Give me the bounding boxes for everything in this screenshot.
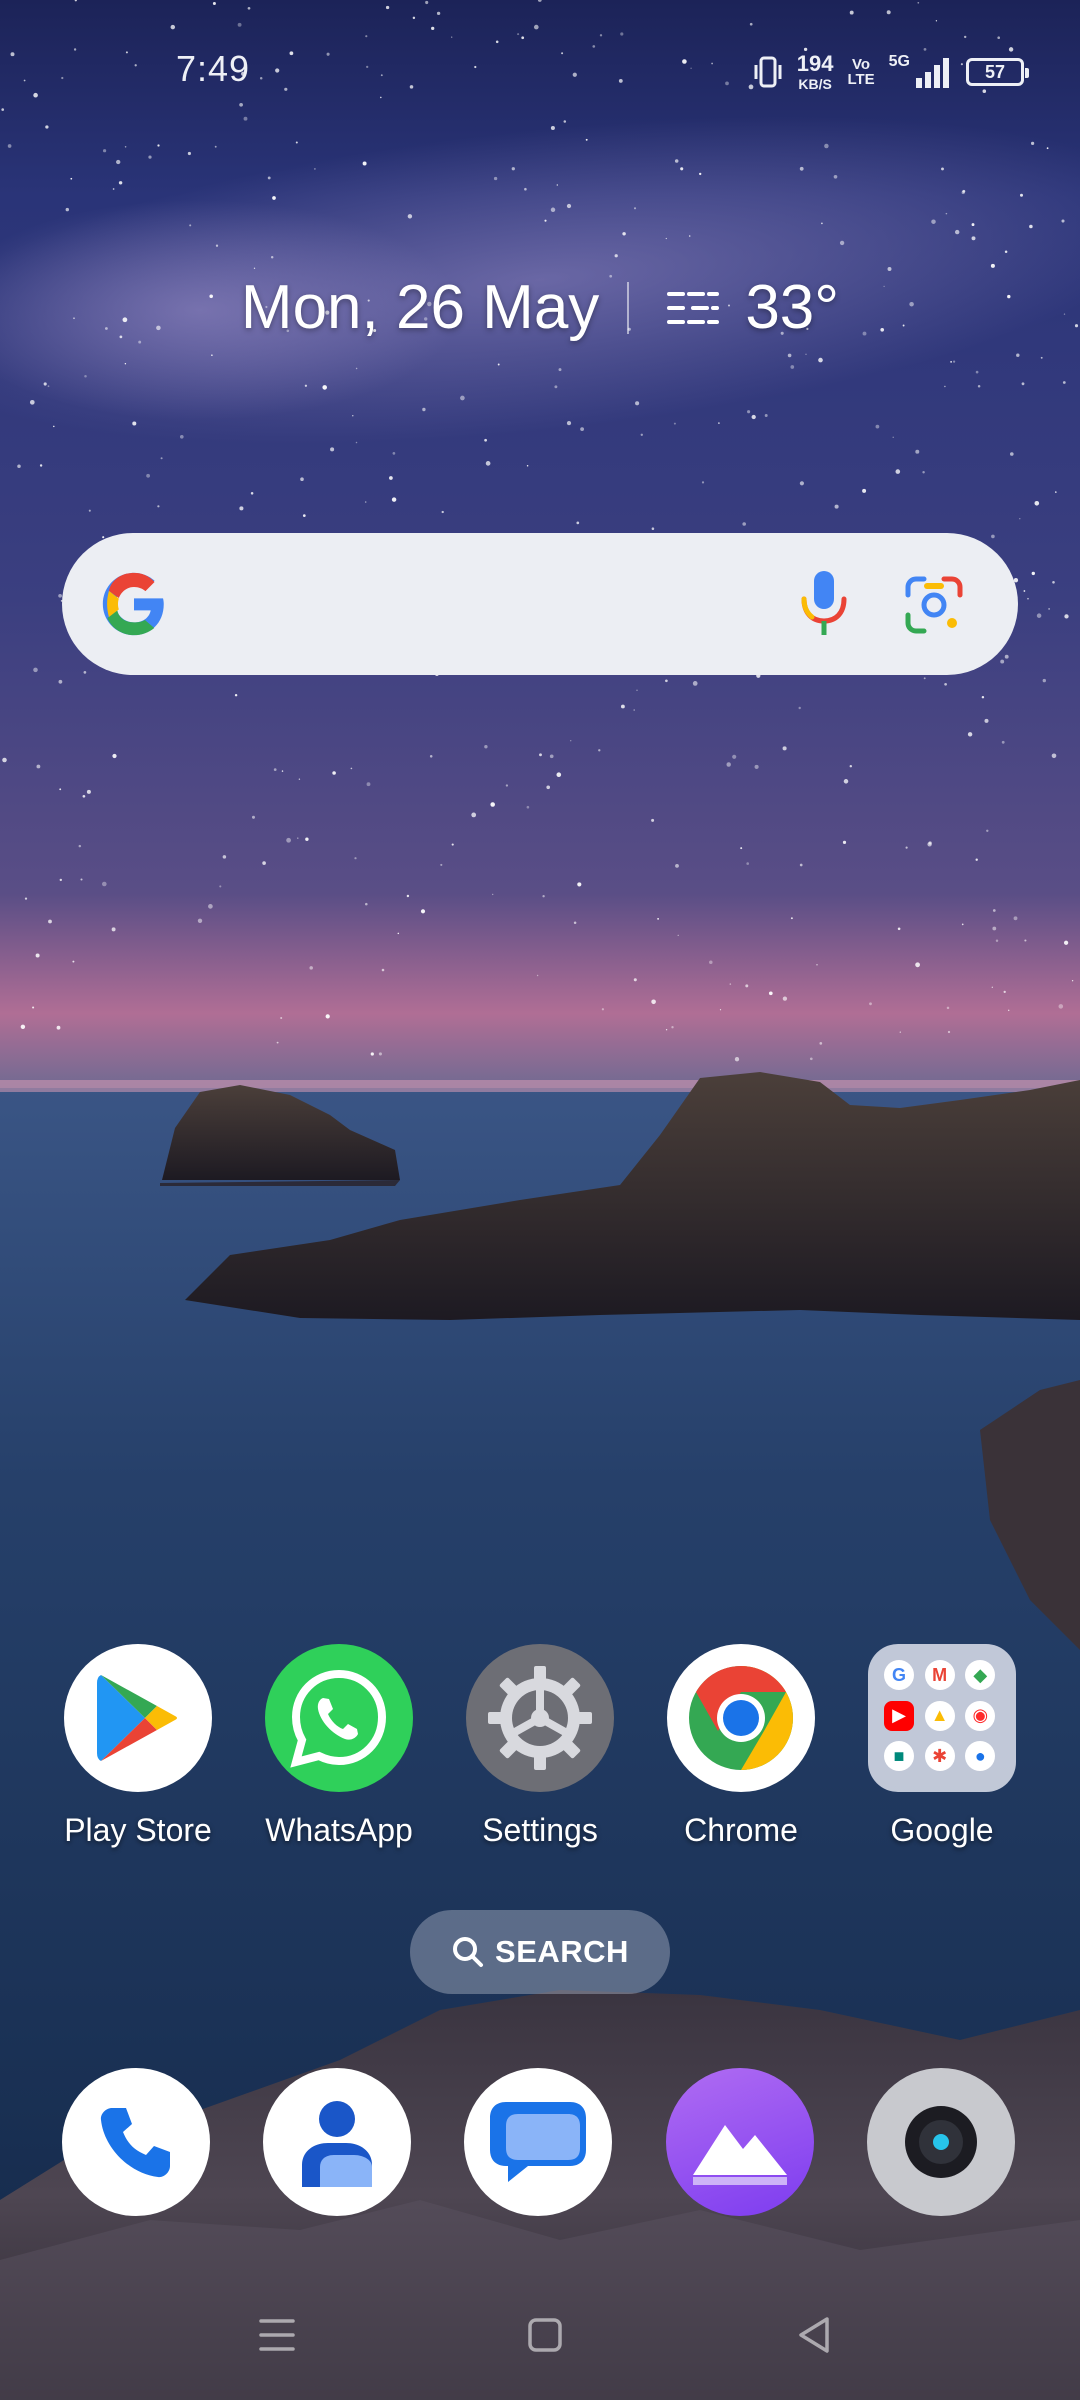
duo-mini-icon: ● (965, 1741, 996, 1772)
google-logo-icon (102, 572, 164, 636)
recents-icon[interactable] (252, 2310, 302, 2360)
app-settings[interactable]: Settings (450, 1644, 630, 1849)
messages-icon[interactable] (464, 2068, 612, 2216)
meet-mini-icon: ■ (884, 1741, 914, 1772)
signal-icon (916, 58, 949, 88)
haze-icon[interactable] (663, 286, 723, 330)
whatsapp-icon[interactable] (265, 1644, 413, 1792)
photos-mini-icon: ✱ (924, 1741, 955, 1772)
glance-date[interactable]: Mon, 26 May (241, 272, 599, 343)
app-label: Chrome (684, 1812, 798, 1848)
glance-divider (627, 281, 630, 334)
lens-icon[interactable] (902, 573, 966, 637)
app-google-folder[interactable]: G M ◆ ▶ ▲ ◉ ■ ✱ ● Google (852, 1644, 1032, 1849)
play-store-icon[interactable] (64, 1644, 212, 1792)
status-time: 7:49 (176, 48, 251, 89)
volte-bottom: LTE (847, 71, 875, 88)
app-label: Settings (482, 1812, 598, 1848)
network-speed: 194 KB/S (796, 51, 834, 92)
navigation-bar (0, 2290, 1080, 2380)
maps-mini-icon: ◆ (965, 1660, 996, 1690)
volte-top: Vo (852, 56, 871, 73)
gallery-icon[interactable] (666, 2068, 814, 2216)
network-speed-unit: KB/S (798, 76, 832, 92)
status-icons: 194 KB/S Vo LTE 5G 57 (753, 50, 1029, 94)
settings-icon[interactable] (466, 1644, 614, 1792)
gmail-mini-icon: M (924, 1660, 955, 1690)
network-speed-value: 194 (796, 51, 834, 76)
app-label: WhatsApp (265, 1812, 413, 1848)
contacts-icon[interactable] (263, 2068, 411, 2216)
google-search-bar[interactable] (62, 533, 1018, 675)
search-label: SEARCH (495, 1934, 629, 1969)
google-mini-icon: G (884, 1660, 914, 1690)
at-a-glance-widget[interactable]: Mon, 26 May 33° (0, 272, 1080, 343)
vibrate-icon (754, 56, 782, 88)
app-chrome[interactable]: Chrome (651, 1644, 831, 1849)
app-label: Google (890, 1812, 994, 1848)
app-play-store[interactable]: Play Store (48, 1644, 228, 1849)
drive-mini-icon: ▲ (924, 1700, 955, 1731)
back-icon[interactable] (790, 2310, 840, 2360)
home-icon[interactable] (520, 2310, 570, 2360)
chrome-icon[interactable] (667, 1644, 815, 1792)
google-folder-icon[interactable]: G M ◆ ▶ ▲ ◉ ■ ✱ ● (868, 1644, 1016, 1792)
glance-temperature[interactable]: 33° (745, 272, 839, 343)
yt-music-mini-icon: ◉ (965, 1700, 996, 1731)
wallpaper (0, 0, 1080, 2400)
app-label: Play Store (64, 1812, 212, 1848)
volte-indicator: Vo LTE (847, 57, 874, 87)
battery-icon: 57 (966, 58, 1029, 86)
battery-level: 57 (984, 61, 1006, 82)
app-whatsapp[interactable]: WhatsApp (249, 1644, 429, 1849)
network-type: 5G (888, 53, 910, 70)
status-bar: 7:49 194 KB/S Vo LTE 5G 57 (0, 0, 1080, 140)
camera-icon[interactable] (867, 2068, 1015, 2216)
search-icon (453, 1937, 484, 1967)
mic-icon[interactable] (792, 567, 856, 641)
youtube-mini-icon: ▶ (884, 1700, 914, 1731)
phone-icon[interactable] (62, 2068, 210, 2216)
app-search-button[interactable]: SEARCH (410, 1910, 670, 1994)
